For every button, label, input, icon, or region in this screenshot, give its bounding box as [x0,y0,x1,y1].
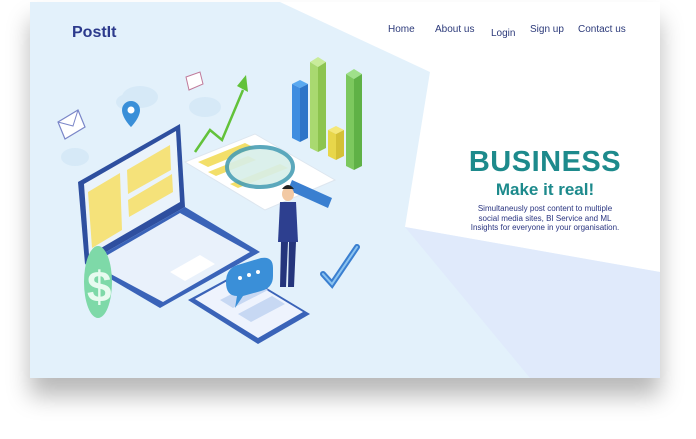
nav-login[interactable]: Login [491,28,515,39]
dollar-icon: $ [84,246,112,318]
location-pin-icon [122,101,140,127]
hero-description-line: social media sites, BI Service and ML [478,213,612,223]
nav-contact-us[interactable]: Contact us [578,24,626,35]
hero-headline: BUSINESS [468,146,622,178]
nav-sign-up[interactable]: Sign up [530,24,564,35]
hero-subheadline: Make it real! [495,180,595,199]
checkmark-icon [320,244,360,289]
envelope-icon [57,109,86,140]
nav-home[interactable]: Home [388,24,415,35]
hero-description-line: Insights for everyone in your organisati… [470,223,620,232]
hero-description-line: Simultaneusly post content to multiple [477,204,613,213]
main-nav: Home About us Login Sign up Contact us [30,24,660,44]
landing-card: $ PostIt Home About us Login Sign up Con… [30,2,660,378]
nav-about-us[interactable]: About us [435,24,474,35]
hero-section: BUSINESS Make it real! Simultaneusly pos… [460,146,630,233]
bar-chart-icon [292,57,362,170]
svg-text:$: $ [87,263,111,312]
envelope-icon [185,71,204,91]
hero-description: Simultaneusly post content to multiple s… [460,204,630,233]
